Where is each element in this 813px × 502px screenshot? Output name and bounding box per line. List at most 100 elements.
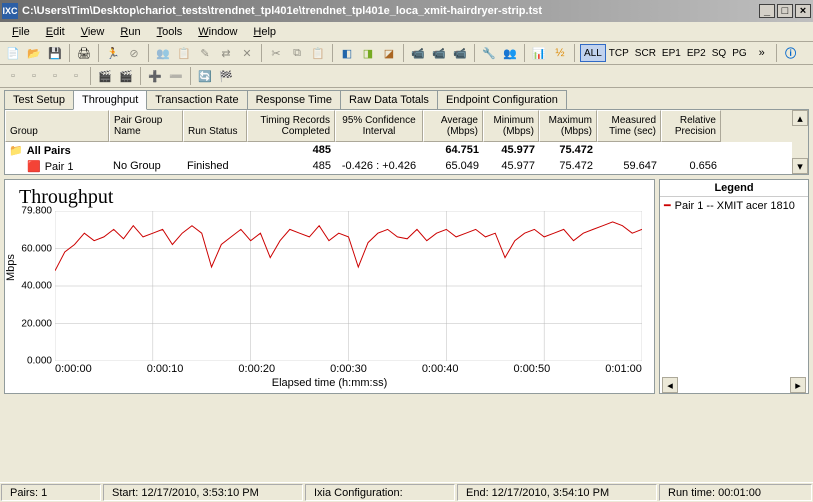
status-pairs: Pairs: 1 bbox=[1, 484, 101, 501]
cell: 75.472 bbox=[539, 144, 597, 156]
close-button[interactable]: × bbox=[795, 4, 811, 18]
clapper-icon[interactable]: 🎬 bbox=[96, 67, 114, 85]
col-header[interactable]: Relative Precision bbox=[661, 110, 721, 142]
group-icon[interactable]: 👥 bbox=[501, 44, 519, 62]
legend-label: Pair 1 -- XMIT acer 1810 bbox=[675, 200, 795, 212]
tab-test-setup[interactable]: Test Setup bbox=[4, 90, 74, 109]
ep-combo-icon[interactable]: ◪ bbox=[380, 44, 398, 62]
y-tick: 60.000 bbox=[21, 243, 55, 254]
col-header[interactable]: Run Status bbox=[183, 110, 247, 142]
menu-view[interactable]: View bbox=[73, 24, 113, 40]
col-header[interactable]: Maximum (Mbps) bbox=[539, 110, 597, 142]
menu-file[interactable]: File bbox=[4, 24, 38, 40]
cell: -0.426 : +0.426 bbox=[335, 160, 423, 172]
tab-response-time[interactable]: Response Time bbox=[247, 90, 341, 109]
filter-pg[interactable]: PG bbox=[729, 44, 749, 62]
table-row[interactable]: 🟥Pair 1No GroupFinished485-0.426 : +0.42… bbox=[5, 158, 792, 174]
menu-run[interactable]: Run bbox=[112, 24, 148, 40]
x-tick: 0:00:50 bbox=[514, 363, 551, 375]
minimize-button[interactable]: _ bbox=[759, 4, 775, 18]
col-header[interactable]: Timing Records Completed bbox=[247, 110, 335, 142]
status-ixia: Ixia Configuration: bbox=[305, 484, 455, 501]
tab-transaction-rate[interactable]: Transaction Rate bbox=[146, 90, 247, 109]
maximize-button[interactable]: □ bbox=[777, 4, 793, 18]
status-bar: Pairs: 1 Start: 12/17/2010, 3:53:10 PM I… bbox=[0, 482, 813, 502]
ep1-custom-icon[interactable]: ◧ bbox=[338, 44, 356, 62]
x-axis-label: Elapsed time (h:mm:ss) bbox=[11, 377, 648, 389]
chart-icon[interactable]: 📊 bbox=[530, 44, 548, 62]
filter-tcp[interactable]: TCP bbox=[606, 44, 632, 62]
filter-all[interactable]: ALL bbox=[580, 44, 606, 62]
info-icon[interactable]: ⓘ bbox=[782, 44, 800, 62]
tab-endpoint-configuration[interactable]: Endpoint Configuration bbox=[437, 90, 567, 109]
hw-icon[interactable]: 🔧 bbox=[480, 44, 498, 62]
menu-help[interactable]: Help bbox=[245, 24, 284, 40]
paste-icon[interactable]: 📋 bbox=[309, 44, 327, 62]
delete-icon[interactable]: ✕ bbox=[238, 44, 256, 62]
cell: 75.472 bbox=[539, 160, 597, 172]
edit-pair-icon[interactable]: ✎ bbox=[196, 44, 214, 62]
status-start: Start: 12/17/2010, 3:53:10 PM bbox=[103, 484, 303, 501]
filter-scr[interactable]: SCR bbox=[632, 44, 659, 62]
col-header[interactable]: Pair Group Name bbox=[109, 110, 183, 142]
camera3-icon[interactable]: 📹 bbox=[451, 44, 469, 62]
scroll-down-icon[interactable]: ▾ bbox=[792, 158, 808, 174]
x-tick: 0:00:00 bbox=[55, 363, 92, 375]
sort-icon[interactable]: ½ bbox=[551, 44, 569, 62]
legend-scroll-right-icon[interactable]: ▸ bbox=[790, 377, 806, 393]
col-header[interactable]: Minimum (Mbps) bbox=[483, 110, 539, 142]
new-icon[interactable]: 📄 bbox=[4, 44, 22, 62]
camera1-icon[interactable]: 📹 bbox=[409, 44, 427, 62]
cell: No Group bbox=[109, 160, 183, 172]
save-icon[interactable]: 💾 bbox=[46, 44, 64, 62]
minus-icon[interactable]: ➖ bbox=[167, 67, 185, 85]
table-row[interactable]: 📁All Pairs48564.75145.97775.472 bbox=[5, 142, 792, 158]
col-header[interactable]: Group bbox=[5, 110, 109, 142]
col-header[interactable]: Average (Mbps) bbox=[423, 110, 483, 142]
tb2-btn-1[interactable]: ▫ bbox=[4, 67, 22, 85]
col-header[interactable]: Measured Time (sec) bbox=[597, 110, 661, 142]
swap-icon[interactable]: ⇄ bbox=[217, 44, 235, 62]
camera2-icon[interactable]: 📹 bbox=[430, 44, 448, 62]
x-tick: 0:01:00 bbox=[605, 363, 642, 375]
stop-icon[interactable]: ⊘ bbox=[125, 44, 143, 62]
tb2-btn-4[interactable]: ▫ bbox=[67, 67, 85, 85]
print-icon[interactable]: 🖨 bbox=[75, 44, 93, 62]
menu-tools[interactable]: Tools bbox=[149, 24, 191, 40]
cell: 59.647 bbox=[597, 160, 661, 172]
run-icon[interactable]: 🏃 bbox=[104, 44, 122, 62]
tb2-btn-2[interactable]: ▫ bbox=[25, 67, 43, 85]
filter-ep2[interactable]: EP2 bbox=[684, 44, 709, 62]
pair-icon[interactable]: 👥 bbox=[154, 44, 172, 62]
cut-icon[interactable]: ✂ bbox=[267, 44, 285, 62]
clapper2-icon[interactable]: 🎬 bbox=[117, 67, 135, 85]
cell: 0.656 bbox=[661, 160, 721, 172]
results-panel: GroupPair Group NameRun StatusTiming Rec… bbox=[4, 109, 809, 175]
tab-raw-data-totals[interactable]: Raw Data Totals bbox=[340, 90, 438, 109]
chart-panel: Throughput Mbps bbox=[4, 179, 655, 394]
refresh-icon[interactable]: 🔄 bbox=[196, 67, 214, 85]
more-icon[interactable]: » bbox=[753, 44, 771, 62]
tab-throughput[interactable]: Throughput bbox=[73, 90, 147, 110]
status-runtime: Run time: 00:01:00 bbox=[659, 484, 812, 501]
legend-item[interactable]: ━Pair 1 -- XMIT acer 1810 bbox=[660, 197, 808, 214]
flag-icon[interactable]: 🏁 bbox=[217, 67, 235, 85]
legend-scroll-left-icon[interactable]: ◂ bbox=[662, 377, 678, 393]
grid-header-row: GroupPair Group NameRun StatusTiming Rec… bbox=[5, 110, 792, 142]
plus-icon[interactable]: ➕ bbox=[146, 67, 164, 85]
menu-window[interactable]: Window bbox=[190, 24, 245, 40]
ep2-custom-icon[interactable]: ◨ bbox=[359, 44, 377, 62]
filter-sq[interactable]: SQ bbox=[709, 44, 729, 62]
copy-pair-icon[interactable]: 📋 bbox=[175, 44, 193, 62]
x-ticks: 0:00:000:00:100:00:200:00:300:00:400:00:… bbox=[55, 363, 642, 375]
filter-ep1[interactable]: EP1 bbox=[659, 44, 684, 62]
toolbar-row-1: 📄 📂 💾 🖨 🏃 ⊘ 👥 📋 ✎ ⇄ ✕ ✂ ⧉ 📋 ◧ ◨ ◪ 📹 📹 📹 … bbox=[0, 42, 813, 65]
menu-edit[interactable]: Edit bbox=[38, 24, 73, 40]
status-end: End: 12/17/2010, 3:54:10 PM bbox=[457, 484, 657, 501]
scroll-up-icon[interactable]: ▴ bbox=[792, 110, 808, 126]
open-icon[interactable]: 📂 bbox=[25, 44, 43, 62]
tb2-btn-3[interactable]: ▫ bbox=[46, 67, 64, 85]
grid-vscroll[interactable]: ▴ ▾ bbox=[792, 110, 808, 174]
col-header[interactable]: 95% Confidence Interval bbox=[335, 110, 423, 142]
copy-icon[interactable]: ⧉ bbox=[288, 44, 306, 62]
